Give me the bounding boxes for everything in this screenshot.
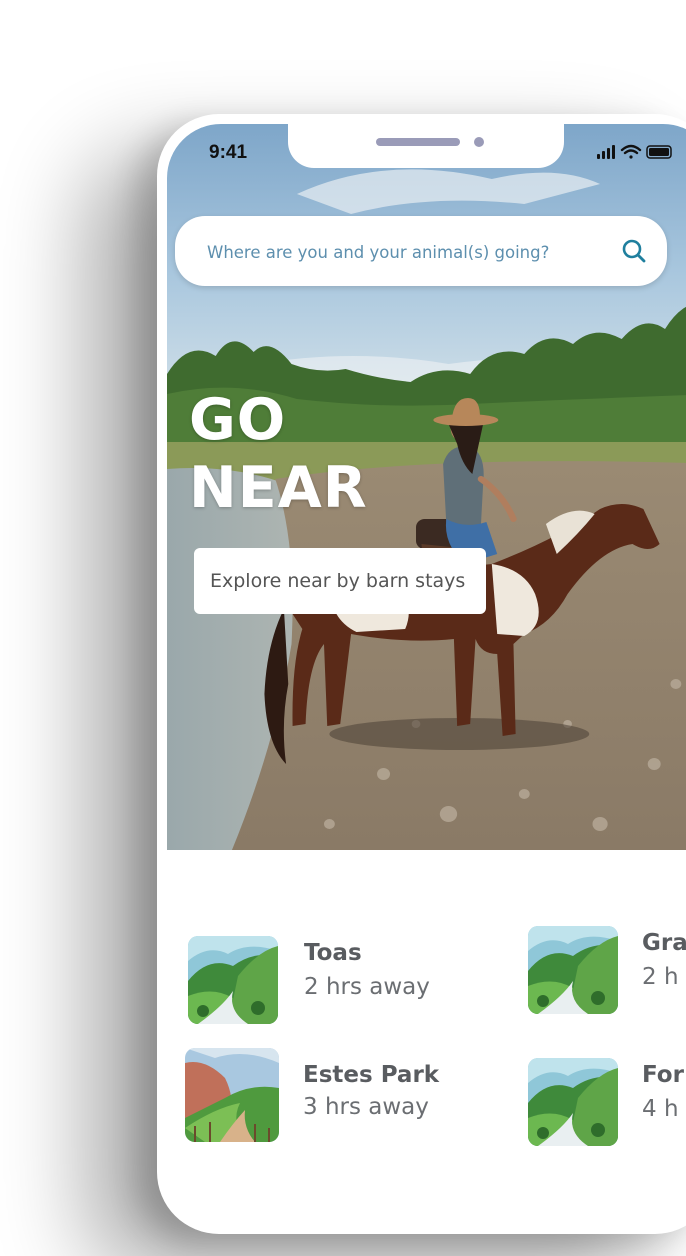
red-rock-thumbnail — [185, 1048, 279, 1142]
search-icon[interactable] — [621, 238, 647, 264]
speaker-grille — [376, 138, 460, 146]
search-input[interactable] — [205, 238, 599, 266]
explore-barn-stays-button[interactable]: Explore near by barn stays — [194, 548, 486, 614]
valley-thumbnail — [528, 1058, 618, 1146]
status-icons — [597, 144, 672, 159]
app-screen: 9:41 Where are you and your animal(s) go… — [167, 124, 686, 1224]
wifi-icon — [620, 144, 642, 159]
destination-name: Gra — [642, 930, 686, 956]
valley-thumbnail — [528, 926, 618, 1014]
destination-distance: 2 h — [642, 964, 679, 990]
search-bar[interactable] — [175, 216, 667, 286]
destination-distance: 2 hrs away — [304, 974, 430, 1000]
front-camera — [474, 137, 484, 147]
phone-frame: 9:41 Where are you and your animal(s) go… — [157, 114, 686, 1234]
hero-headline: GO NEAR — [189, 386, 368, 522]
destination-name: Estes Park — [303, 1062, 440, 1088]
status-time: 9:41 — [209, 142, 248, 163]
headline-line-1: GO — [189, 387, 287, 453]
destination-name: For — [642, 1062, 684, 1088]
destination-name: Toas — [304, 940, 362, 966]
phone-notch — [288, 124, 564, 168]
signal-icon — [597, 145, 615, 159]
valley-thumbnail — [188, 936, 278, 1024]
destination-distance: 4 h — [642, 1096, 679, 1122]
destination-distance: 3 hrs away — [303, 1094, 429, 1120]
headline-line-2: NEAR — [189, 455, 368, 521]
battery-icon — [646, 145, 672, 159]
